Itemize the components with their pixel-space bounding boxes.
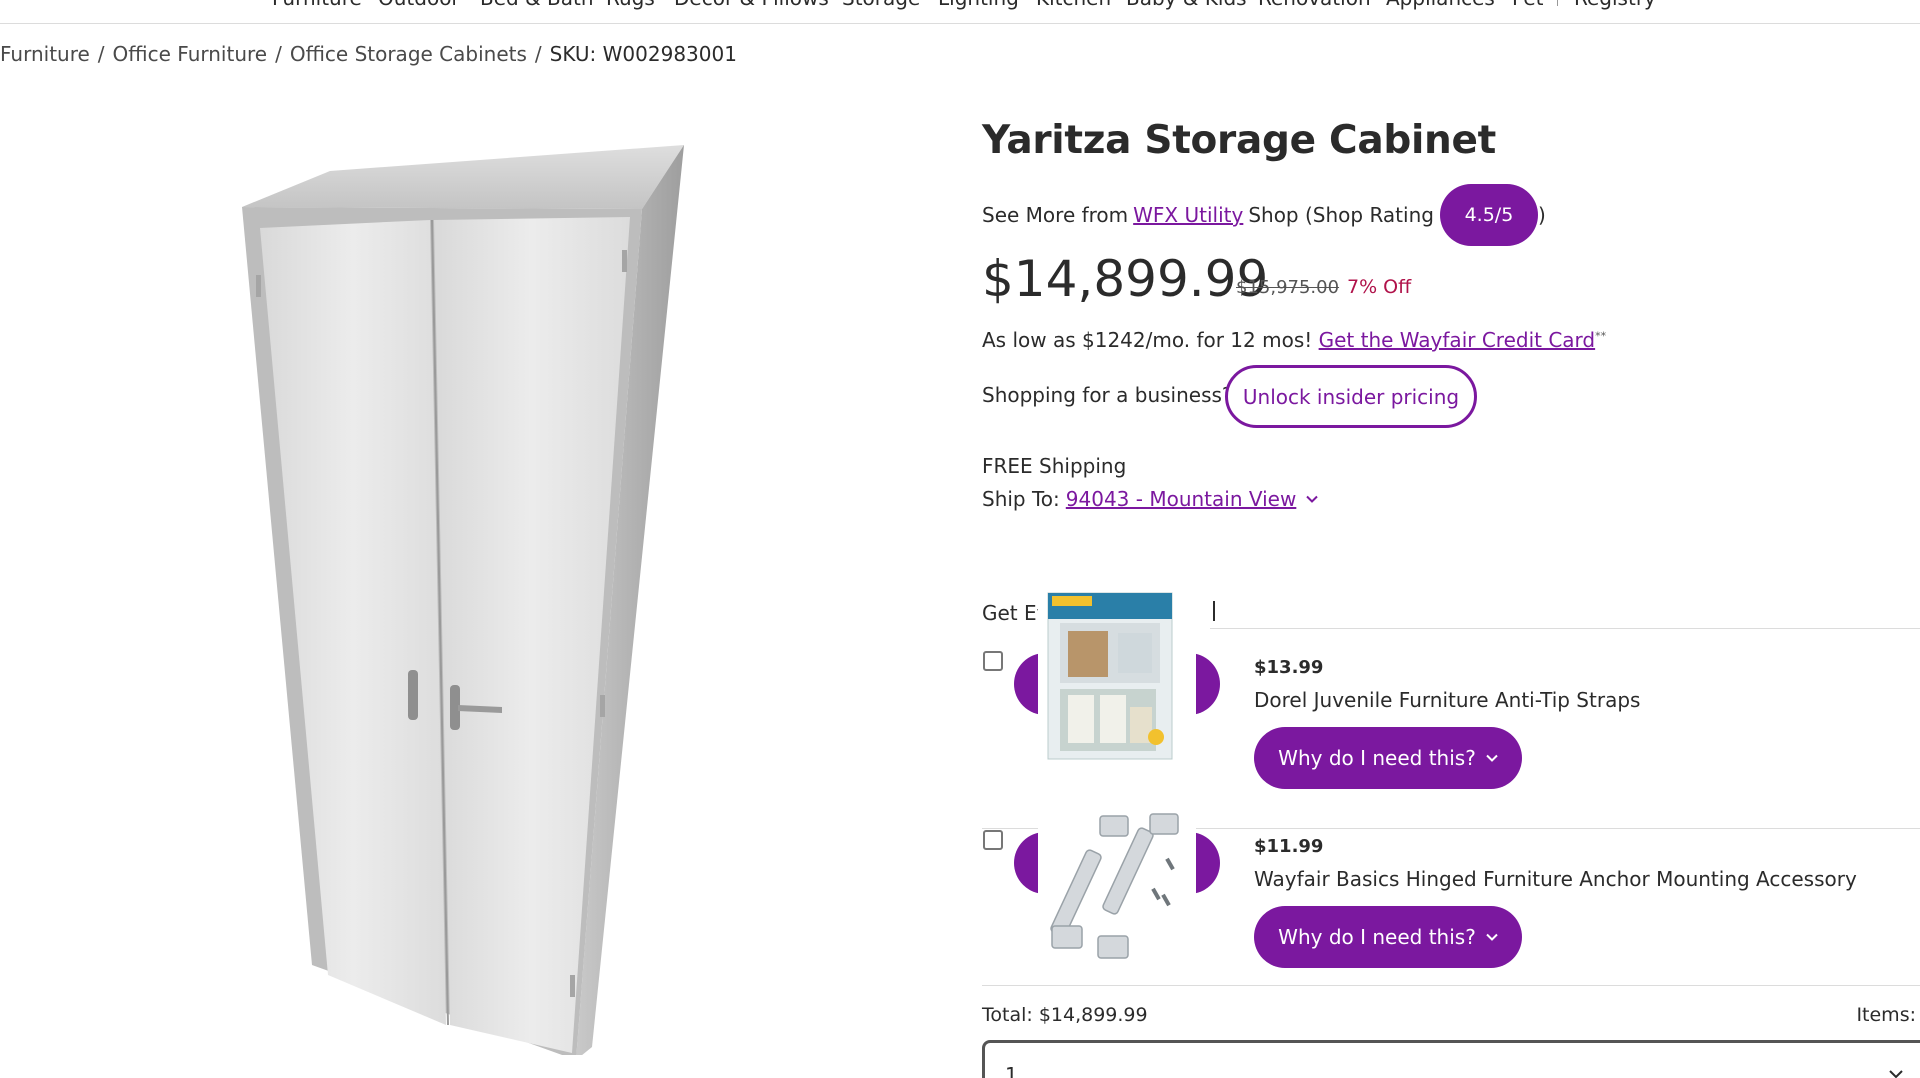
why-need-this-button[interactable]: Why do I need this?	[1254, 906, 1522, 968]
breadcrumb-separator: /	[275, 42, 282, 66]
unlock-insider-pricing-button[interactable]: Unlock insider pricing	[1225, 365, 1477, 428]
chevron-down-icon	[1889, 1070, 1903, 1078]
discount-badge: 7% Off	[1347, 276, 1412, 298]
accessory-price: $11.99	[1254, 836, 1324, 857]
quantity-select[interactable]: 1	[982, 1040, 1920, 1078]
why-need-this-label: Why do I need this?	[1278, 925, 1476, 949]
nav-item-renovation[interactable]: Renovation	[1258, 0, 1371, 10]
total-price: Total: $14,899.99	[982, 1004, 1148, 1026]
items-label: Items:	[1856, 1004, 1916, 1026]
chevron-down-icon	[1486, 933, 1498, 941]
chevron-down-icon[interactable]	[1306, 493, 1319, 505]
why-need-this-button[interactable]: Why do I need this?	[1254, 727, 1522, 789]
product-price: $14,899.99	[982, 250, 1269, 308]
ship-to-location-link[interactable]: 94043 - Mountain View	[1066, 487, 1297, 511]
nav-item-kitchen[interactable]: Kitchen	[1036, 0, 1111, 10]
accessory-row: $11.99 Wayfair Basics Hinged Furniture A…	[982, 808, 1920, 986]
ship-to-label: Ship To:	[982, 487, 1060, 511]
nav-item-pet[interactable]: Pet	[1512, 0, 1544, 10]
nav-item-registry[interactable]: Registry	[1574, 0, 1656, 10]
nav-separator	[1557, 0, 1558, 6]
product-title: Yaritza Storage Cabinet	[982, 118, 1497, 163]
breadcrumb-office-furniture[interactable]: Office Furniture	[113, 42, 268, 66]
text-cursor	[1213, 601, 1215, 621]
credit-text: As low as $1242/mo. for 12 mos!	[982, 328, 1313, 352]
accessory-thumbnail[interactable]	[1038, 808, 1196, 968]
cabinet-illustration	[242, 145, 684, 1060]
row-divider	[982, 985, 1920, 986]
breadcrumb-office-storage-cabinets[interactable]: Office Storage Cabinets	[290, 42, 527, 66]
nav-item-furniture[interactable]: Furniture	[272, 0, 362, 10]
business-prompt: Shopping for a business?	[982, 383, 1233, 407]
shop-rating-suffix: )	[1537, 203, 1546, 227]
see-more-prefix: See More from	[982, 203, 1129, 227]
credit-footnote-mark: **	[1595, 329, 1607, 343]
breadcrumb-furniture[interactable]: Furniture	[0, 42, 90, 66]
product-image[interactable]	[230, 135, 700, 1060]
nav-item-decor[interactable]: Décor & Pillows	[674, 0, 829, 10]
accessory-name[interactable]: Dorel Juvenile Furniture Anti-Tip Straps	[1254, 688, 1640, 712]
ship-to: Ship To: 94043 - Mountain View	[982, 487, 1319, 511]
accessory-checkbox[interactable]	[983, 651, 1003, 671]
credit-offer: As low as $1242/mo. for 12 mos! Get the …	[982, 328, 1606, 352]
accessory-thumbnail[interactable]	[1038, 591, 1196, 763]
breadcrumb: Furniture / Office Furniture / Office Storag…	[0, 42, 737, 66]
accessories-divider	[1210, 628, 1920, 629]
free-shipping-label: FREE Shipping	[982, 454, 1127, 478]
accessory-name[interactable]: Wayfair Basics Hinged Furniture Anchor M…	[1254, 867, 1857, 891]
shop-rating-prefix: Shop (Shop Rating	[1248, 203, 1434, 227]
accessory-checkbox[interactable]	[983, 830, 1003, 850]
why-need-this-label: Why do I need this?	[1278, 746, 1476, 770]
nav-item-bed-bath[interactable]: Bed & Bath	[480, 0, 594, 10]
breadcrumb-separator: /	[534, 42, 542, 66]
chevron-down-icon	[1486, 754, 1498, 762]
anchor-straps-image	[1050, 813, 1179, 959]
shop-name-link[interactable]: WFX Utility	[1133, 203, 1243, 227]
nav-item-lighting[interactable]: Lighting	[938, 0, 1019, 10]
top-nav: Furniture Outdoor Bed & Bath Rugs Décor …	[0, 0, 1920, 24]
old-price: $15,975.00	[1236, 277, 1340, 298]
accessory-row: $13.99 Dorel Juvenile Furniture Anti-Tip…	[982, 591, 1920, 829]
shop-line: See More from WFX Utility Shop (Shop Rat…	[982, 184, 1546, 246]
nav-item-rugs[interactable]: Rugs	[606, 0, 655, 10]
nav-item-outdoor[interactable]: Outdoor	[378, 0, 460, 10]
quantity-value: 1	[1005, 1063, 1018, 1078]
wall-straps-package-image	[1047, 592, 1173, 760]
breadcrumb-separator: /	[97, 42, 105, 66]
nav-item-baby-kids[interactable]: Baby & Kids	[1126, 0, 1247, 10]
breadcrumb-sku: SKU: W002983001	[549, 42, 737, 66]
shop-rating-badge[interactable]: 4.5/5	[1439, 184, 1538, 246]
nav-item-appliances[interactable]: Appliances	[1386, 0, 1495, 10]
credit-card-link[interactable]: Get the Wayfair Credit Card	[1319, 328, 1596, 352]
accessory-price: $13.99	[1254, 657, 1324, 678]
nav-item-storage[interactable]: Storage	[842, 0, 920, 10]
